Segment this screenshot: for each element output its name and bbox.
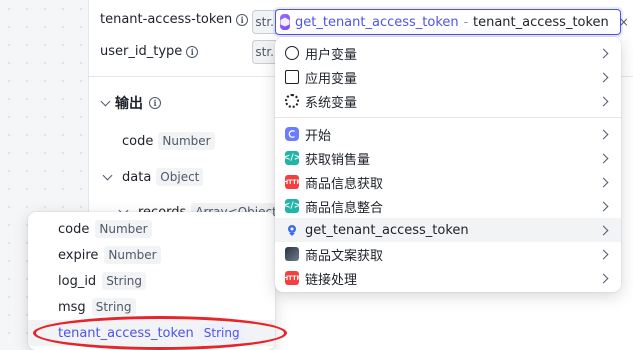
code-node-icon: </> (282, 151, 302, 165)
output-field-code: code Number (122, 132, 215, 150)
info-icon[interactable]: i (186, 45, 199, 58)
list-item[interactable]: expire Number (28, 242, 275, 268)
user-icon (285, 46, 299, 60)
menu-item-app-variables[interactable]: 应用变量 (275, 65, 621, 89)
chevron-right-icon (598, 177, 609, 187)
reference-separator: - (463, 15, 468, 29)
menu-item-label: 开始 (305, 128, 332, 144)
field-type-tag: Number (104, 246, 161, 264)
menu-divider (275, 117, 621, 118)
field-name: msg (58, 299, 86, 315)
param-label-user-id-type: user_id_type i (100, 44, 199, 59)
menu-item-http-node[interactable]: HTTP 商品信息获取 (275, 170, 621, 194)
clear-icon[interactable]: × (619, 15, 629, 29)
field-type-tag: Number (158, 132, 215, 150)
list-item[interactable]: code Number (28, 216, 275, 242)
menu-item-label: 商品信息获取 (305, 176, 384, 192)
menu-item-label: 商品信息整合 (305, 200, 384, 216)
menu-item-system-variables[interactable]: 系统变量 (275, 89, 621, 113)
reference-node-name: get_tenant_access_token (295, 14, 459, 30)
param-name: tenant-access-token (100, 12, 233, 27)
menu-item-label: 链接处理 (305, 272, 358, 288)
reference-variable-name: tenant_access_token (473, 14, 609, 30)
menu-item-plugin-node-selected[interactable]: get_tenant_access_token (275, 218, 621, 242)
highlight-annotation-ellipse (33, 316, 287, 350)
menu-item-label: 应用变量 (305, 71, 358, 87)
chevron-right-icon (598, 129, 609, 139)
gear-icon (285, 94, 299, 108)
code-node-icon: </> (282, 199, 302, 213)
type-abbr: str. (255, 15, 274, 29)
field-name: data (122, 169, 152, 185)
menu-item-label: 商品文案获取 (305, 248, 384, 264)
type-abbr: str. (255, 45, 274, 59)
variable-source-dropdown: 用户变量 应用变量 系统变量 开始 </> 获取销售量 HTTP 商品信息获取 … (275, 37, 621, 292)
chevron-right-icon (598, 153, 609, 163)
chevron-right-icon (598, 225, 609, 235)
field-name: code (58, 221, 90, 237)
menu-item-user-variables[interactable]: 用户变量 (275, 41, 621, 65)
menu-item-image-node[interactable]: 商品文案获取 (275, 242, 621, 266)
plugin-cube-icon (280, 14, 290, 30)
type-selector[interactable]: str. (252, 40, 276, 64)
menu-item-code-node[interactable]: </> 获取销售量 (275, 146, 621, 170)
field-type-tag: String (91, 298, 136, 316)
start-node-icon (285, 127, 299, 141)
output-section-header[interactable]: 输出 i (100, 93, 161, 113)
chevron-right-icon (598, 249, 609, 259)
field-name: expire (58, 247, 99, 263)
field-name: code (122, 133, 154, 149)
field-type-tag: Object (156, 168, 204, 186)
menu-item-label: 用户变量 (305, 47, 358, 63)
menu-item-label: get_tenant_access_token (305, 222, 469, 238)
chevron-down-icon[interactable] (102, 170, 113, 180)
field-name: log_id (58, 273, 97, 289)
chevron-down-icon[interactable] (100, 96, 111, 106)
folder-icon (285, 70, 299, 84)
image-node-icon (285, 247, 299, 261)
chevron-right-icon (598, 96, 609, 106)
info-icon[interactable]: i (149, 97, 161, 109)
variable-reference-input[interactable]: get_tenant_access_token - tenant_access_… (275, 9, 629, 35)
menu-item-start-node[interactable]: 开始 (275, 122, 621, 146)
chevron-right-icon (598, 201, 609, 211)
menu-item-label: 获取销售量 (305, 152, 371, 168)
output-title: 输出 (115, 96, 143, 112)
menu-item-http-node[interactable]: HTTP 链接处理 (275, 266, 621, 290)
param-name: user_id_type (100, 44, 183, 59)
output-field-data[interactable]: data Object (102, 168, 204, 186)
list-item[interactable]: log_id String (28, 268, 275, 294)
chevron-right-icon (598, 72, 609, 82)
field-type-tag: Number (95, 220, 152, 238)
chevron-right-icon (598, 48, 609, 58)
info-icon[interactable]: i (236, 13, 249, 26)
field-type-tag: String (102, 272, 146, 290)
type-selector[interactable]: str. (252, 10, 276, 34)
param-label-tenant-access-token: tenant-access-token i (100, 12, 249, 27)
plugin-node-icon (285, 223, 299, 237)
http-node-icon: HTTP (283, 271, 301, 285)
menu-item-code-node[interactable]: </> 商品信息整合 (275, 194, 621, 218)
http-node-icon: HTTP (283, 175, 301, 189)
chevron-right-icon (598, 273, 609, 283)
menu-item-label: 系统变量 (305, 95, 358, 111)
